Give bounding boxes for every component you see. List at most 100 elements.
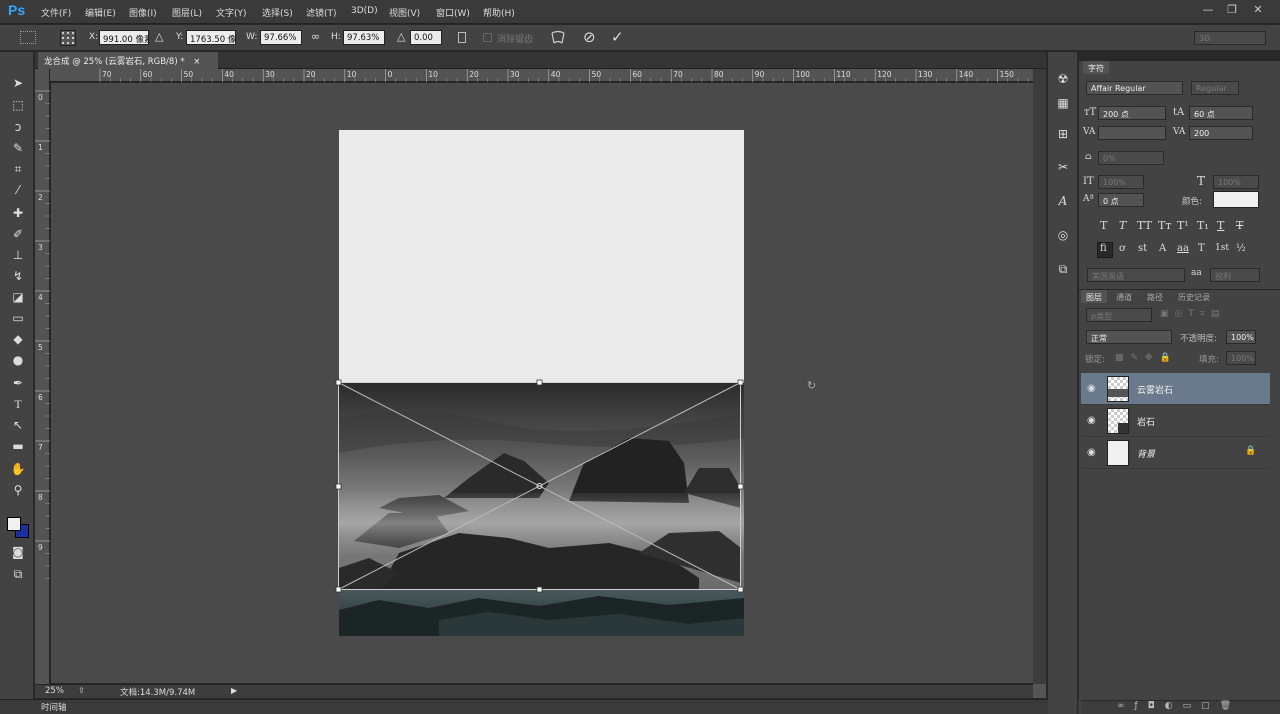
font-family-select[interactable]: Affair Regular	[1086, 81, 1183, 95]
adjustments-panel-icon[interactable]: ⊞	[1053, 127, 1073, 145]
menu-type[interactable]: 文字(Y)	[216, 6, 247, 19]
minimize-button[interactable]: —	[1200, 3, 1216, 17]
crop-tool-icon[interactable]: ⌗	[8, 160, 28, 178]
quick-select-tool-icon[interactable]: ✎	[8, 139, 28, 157]
faux-italic-button[interactable]: T	[1119, 219, 1126, 232]
layers-footer-icons[interactable]: ∞ƒ◘◐▭▢🗑	[1117, 701, 1241, 711]
titling-alt-button[interactable]: aa	[1177, 243, 1189, 254]
history-brush-icon[interactable]: ↯	[8, 267, 28, 285]
baseline-field[interactable]: 0 点	[1098, 193, 1144, 207]
fractions-button[interactable]: ½	[1236, 243, 1246, 254]
strikethrough-button[interactable]: T	[1236, 219, 1243, 232]
export-icon[interactable]: ⇪	[78, 686, 85, 695]
width-field[interactable]: 97.66%	[260, 30, 302, 45]
commit-transform-icon[interactable]: ✓	[611, 28, 624, 46]
healing-brush-icon[interactable]: ✚	[8, 204, 28, 222]
horizontal-scale-field[interactable]: 100%	[1213, 175, 1259, 189]
old-style-button[interactable]: ơ	[1119, 243, 1125, 254]
eyedropper-tool-icon[interactable]: ⁄	[8, 181, 28, 199]
menu-help[interactable]: 帮助(H)	[483, 6, 515, 19]
x-field[interactable]: 991.00 像素	[99, 30, 149, 45]
status-menu-arrow[interactable]: ▶	[231, 686, 237, 695]
skew-icon[interactable]	[458, 32, 466, 43]
leading-field[interactable]: 60 点	[1189, 106, 1253, 120]
close-button[interactable]: ✕	[1250, 3, 1266, 17]
visibility-eye-icon[interactable]: ◉	[1087, 415, 1096, 426]
character-panel-icon[interactable]: A	[1053, 194, 1073, 212]
link-icon[interactable]: ∞	[311, 30, 320, 43]
filter-icons[interactable]: ▣◎T⌗▤	[1160, 309, 1225, 319]
kerning-field[interactable]	[1098, 126, 1166, 140]
language-select[interactable]: 美国英语	[1087, 268, 1185, 282]
layer-row-background[interactable]: ◉ 背景 🔒	[1081, 437, 1270, 469]
y-field[interactable]: 1763.50 像	[186, 30, 236, 45]
path-select-icon[interactable]: ↖	[8, 416, 28, 434]
brush-tool-icon[interactable]: ✐	[8, 225, 28, 243]
angle-field[interactable]: 0.00	[410, 30, 442, 45]
paths-tab[interactable]: 路径	[1142, 290, 1168, 303]
character-tab[interactable]: 字符	[1083, 61, 1109, 74]
paths-panel-icon[interactable]: ◎	[1053, 228, 1073, 246]
ligatures-button[interactable]: fi	[1100, 243, 1107, 254]
all-caps-button[interactable]: TT	[1137, 219, 1152, 232]
stylistic-alt-button[interactable]: A	[1159, 243, 1166, 254]
font-size-field[interactable]: 200 点	[1098, 106, 1166, 120]
quick-mask-icon[interactable]: ◙	[8, 543, 28, 561]
menu-filter[interactable]: 滤镜(T)	[306, 6, 337, 19]
hand-tool-icon[interactable]: ✋	[8, 460, 28, 478]
menu-layer[interactable]: 图层(L)	[172, 6, 202, 19]
blur-tool-icon[interactable]: ◆	[8, 330, 28, 348]
faux-bold-button[interactable]: T	[1100, 219, 1107, 232]
move-tool-icon[interactable]: ➤	[8, 74, 28, 92]
layer-filter-select[interactable]: ρ类型	[1086, 308, 1152, 322]
menu-file[interactable]: 文件(F)	[41, 6, 71, 19]
swash-button[interactable]: st	[1138, 243, 1147, 254]
layer-image-rocks-teal[interactable]	[339, 590, 744, 636]
pen-tool-icon[interactable]: ✒	[8, 374, 28, 392]
document-tab[interactable]: 龙合成 @ 25% (云雾岩石, RGB/8) * ×	[38, 52, 218, 69]
tab-close-icon[interactable]: ×	[193, 57, 200, 67]
zoom-tool-icon[interactable]: ⚲	[8, 481, 28, 499]
antialias-select[interactable]: 锐利	[1210, 268, 1260, 282]
tracking-field[interactable]: 200	[1189, 126, 1253, 140]
history-tab[interactable]: 历史记录	[1173, 290, 1215, 303]
small-caps-button[interactable]: Tт	[1158, 219, 1171, 232]
ordinals-1st-button[interactable]: 1st	[1215, 243, 1229, 253]
tools-preset-icon[interactable]: ✂	[1053, 160, 1073, 178]
vertical-scale-field[interactable]: 100%	[1098, 175, 1144, 189]
ordinals-button[interactable]: T	[1198, 243, 1205, 254]
shape-tool-icon[interactable]: ▬	[8, 437, 28, 455]
screen-mode-icon[interactable]: ⧉	[8, 565, 28, 583]
marquee-tool-icon[interactable]: ⬚	[8, 96, 28, 114]
menu-edit[interactable]: 编辑(E)	[85, 6, 116, 19]
canvas-document[interactable]	[339, 130, 744, 383]
superscript-button[interactable]: T¹	[1177, 219, 1189, 232]
workspace-select[interactable]: 3D	[1194, 31, 1266, 45]
layers-tab[interactable]: 图层	[1081, 290, 1107, 303]
fill-field[interactable]: 100%	[1226, 351, 1256, 365]
table-panel-icon[interactable]: ▦	[1053, 96, 1073, 114]
layer-row-fog-rocks[interactable]: ◉ 云雾岩石	[1081, 373, 1270, 405]
visibility-eye-icon[interactable]: ◉	[1087, 447, 1096, 458]
antialias-checkbox[interactable]	[483, 33, 492, 42]
subscript-button[interactable]: T₁	[1197, 219, 1209, 232]
timeline-tab[interactable]: 时间轴	[41, 701, 67, 713]
layer-row-rocks[interactable]: ◉ 岩石	[1081, 405, 1270, 437]
layer-comps-icon[interactable]: ⧉	[1053, 262, 1073, 280]
vertical-scrollbar[interactable]	[1033, 69, 1046, 684]
underline-button[interactable]: T	[1217, 219, 1224, 232]
blend-mode-select[interactable]: 正常	[1086, 330, 1172, 344]
menu-select[interactable]: 选择(S)	[262, 6, 293, 19]
foreground-swatch[interactable]	[7, 517, 21, 531]
stamp-tool-icon[interactable]: ⊥	[8, 246, 28, 264]
visibility-eye-icon[interactable]: ◉	[1087, 383, 1096, 394]
menu-view[interactable]: 视图(V)	[389, 6, 420, 19]
gradient-tool-icon[interactable]: ▭	[8, 309, 28, 327]
channels-tab[interactable]: 通道	[1111, 290, 1137, 303]
eraser-tool-icon[interactable]: ◪	[8, 288, 28, 306]
zoom-level[interactable]: 25%	[45, 686, 64, 696]
tsume-field[interactable]: 0%	[1098, 151, 1164, 165]
height-field[interactable]: 97.63%	[343, 30, 385, 45]
opacity-field[interactable]: 100%	[1226, 330, 1256, 344]
restore-button[interactable]: ❐	[1224, 3, 1240, 17]
